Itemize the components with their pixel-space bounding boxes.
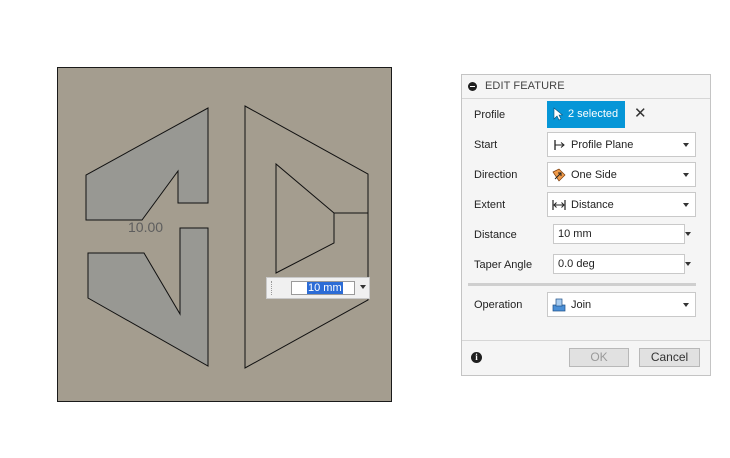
profile-plane-icon	[554, 140, 565, 150]
sketch-geometry[interactable]	[58, 68, 393, 403]
operation-label: Operation	[474, 299, 523, 311]
cursor-arrow-icon	[553, 107, 563, 121]
one-side-icon	[552, 168, 566, 182]
left-s-lower-profile	[87, 227, 209, 367]
chevron-down-icon[interactable]	[685, 262, 691, 266]
chevron-down-icon[interactable]	[360, 285, 366, 289]
distance-value: 10 mm	[558, 228, 592, 240]
footer-divider	[462, 340, 710, 341]
profile-selection-count: 2 selected	[568, 108, 619, 120]
ok-button[interactable]: OK	[569, 348, 629, 367]
inline-distance-box[interactable]: 10 mm	[266, 277, 370, 299]
operation-value: Join	[571, 299, 592, 311]
drag-grip[interactable]	[271, 281, 274, 295]
profile-select-button[interactable]: 2 selected	[547, 101, 625, 128]
operation-dropdown[interactable]: Join	[547, 292, 696, 317]
taper-angle-label: Taper Angle	[474, 259, 533, 271]
chevron-down-icon	[683, 303, 689, 307]
taper-angle-input[interactable]: 0.0 deg	[553, 254, 685, 274]
taper-angle-value: 0.0 deg	[558, 258, 595, 270]
extent-dropdown[interactable]: Distance	[547, 192, 696, 217]
extent-value: Distance	[571, 199, 614, 211]
info-icon[interactable]: i	[471, 352, 482, 363]
design-canvas[interactable]: 10.00 10 mm	[57, 67, 392, 402]
close-icon[interactable]: ✕	[634, 106, 647, 121]
distance-input[interactable]: 10 mm	[553, 224, 685, 244]
direction-label: Direction	[474, 169, 518, 181]
cancel-button[interactable]: Cancel	[639, 348, 700, 367]
distance-icon	[552, 200, 566, 210]
start-value: Profile Plane	[571, 139, 634, 151]
inline-distance-input[interactable]: 10 mm	[291, 281, 355, 295]
right-s-upper-profile	[244, 105, 369, 369]
dimension-label: 10.00	[128, 219, 164, 235]
direction-dropdown[interactable]: One Side	[547, 162, 696, 187]
inline-distance-value: 10 mm	[307, 282, 343, 294]
panel-header: EDIT FEATURE	[462, 75, 710, 99]
start-dropdown[interactable]: Profile Plane	[547, 132, 696, 157]
join-icon	[552, 298, 566, 312]
panel-title: EDIT FEATURE	[485, 80, 565, 92]
edit-feature-panel: EDIT FEATURE Profile 2 selected ✕ Start …	[461, 74, 711, 376]
chevron-down-icon[interactable]	[685, 232, 691, 236]
left-s-upper-profile	[85, 107, 209, 221]
profile-label: Profile	[474, 109, 506, 121]
chevron-down-icon	[683, 143, 689, 147]
start-label: Start	[474, 139, 498, 151]
section-divider	[468, 283, 696, 286]
distance-label: Distance	[474, 229, 517, 241]
collapse-icon[interactable]	[468, 82, 477, 91]
chevron-down-icon	[683, 203, 689, 207]
direction-value: One Side	[571, 169, 617, 181]
extent-label: Extent	[474, 199, 506, 211]
chevron-down-icon	[683, 173, 689, 177]
